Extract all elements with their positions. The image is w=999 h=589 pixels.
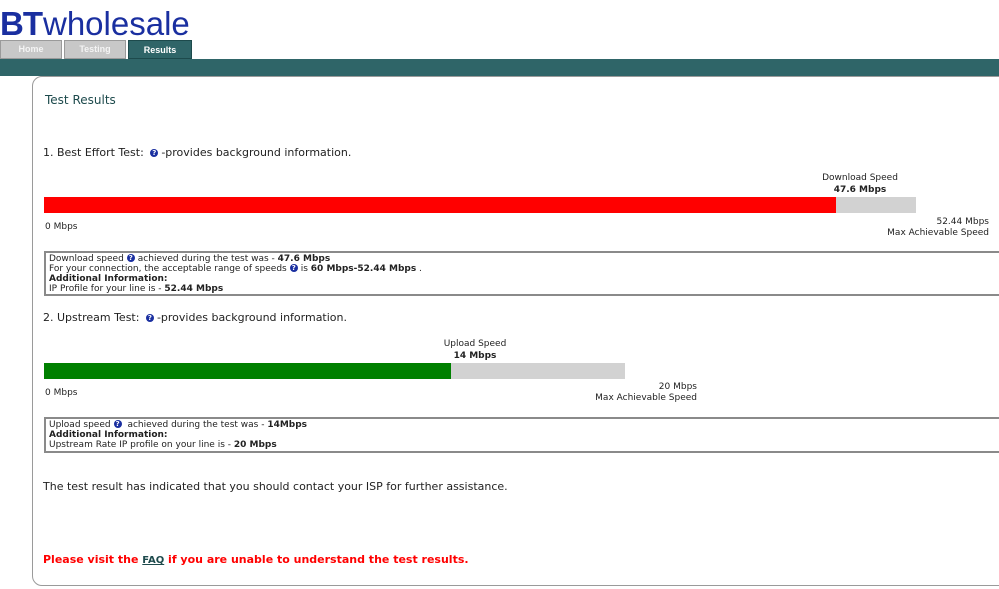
upload-max-value: 20 Mbps [658, 382, 697, 392]
tab-testing[interactable]: Testing [64, 40, 126, 59]
download-speed-bar [44, 197, 916, 213]
faq-note-post: if you are unable to understand the test… [164, 553, 469, 566]
bt-wholesale-logo: BT wholesale [0, 6, 190, 40]
ul-info-l1-mid: achieved during the test was - [124, 420, 268, 430]
download-speed-caption: Download Speed [822, 173, 898, 183]
upstream-suffix: -provides background information. [156, 311, 347, 324]
download-min-label: 0 Mbps [45, 222, 78, 232]
ul-info-l2-val: 20 Mbps [233, 440, 277, 450]
upload-min-label: 0 Mbps [45, 388, 78, 398]
result-message: The test result has indicated that you s… [43, 480, 508, 493]
upload-speed-caption: Upload Speed [443, 339, 507, 349]
dl-info-l2-val: 60 Mbps-52.44 Mbps [310, 264, 417, 274]
download-speed-label: Download Speed 47.6 Mbps [815, 172, 905, 196]
dl-info-l2-mid: is [300, 264, 311, 274]
help-icon[interactable]: ? [145, 314, 154, 322]
upload-speed-label: Upload Speed 14 Mbps [430, 338, 520, 362]
download-max-caption: Max Achievable Speed [887, 228, 989, 238]
upload-speed-bar [44, 363, 625, 379]
faq-link[interactable]: FAQ [142, 555, 164, 566]
ul-info-l2-pre: Upstream Rate IP profile on your line is… [49, 440, 234, 450]
tab-home[interactable]: Home [0, 40, 62, 59]
help-icon[interactable]: ? [289, 264, 298, 272]
nav-tabs: Home Testing Results [0, 40, 192, 59]
logo-bt: BT [0, 5, 43, 42]
dl-info-l1-val: 47.6 Mbps [277, 254, 331, 264]
ul-info-l1-pre: Upload speed [49, 420, 111, 430]
download-max-value: 52.44 Mbps [936, 217, 989, 227]
faq-note: Please visit the FAQ if you are unable t… [43, 553, 469, 566]
download-info-box: Download speed? achieved during the test … [44, 251, 999, 296]
upload-max-label: 20 Mbps Max Achievable Speed [595, 382, 697, 404]
dl-info-l1-pre: Download speed [49, 254, 124, 264]
download-speed-fill [44, 197, 836, 213]
download-max-label: 52.44 Mbps Max Achievable Speed [887, 217, 989, 239]
dl-info-l2-pre: For your connection, the acceptable rang… [49, 264, 287, 274]
faq-note-pre: Please visit the [43, 553, 143, 566]
upload-speed-fill [44, 363, 451, 379]
help-icon[interactable]: ? [113, 420, 122, 428]
help-icon[interactable]: ? [126, 254, 135, 262]
upload-max-caption: Max Achievable Speed [595, 393, 697, 403]
header-strip [0, 59, 999, 76]
upstream-label: 2. Upstream Test: [43, 311, 140, 324]
best-effort-heading: 1. Best Effort Test: ? -provides backgrou… [43, 146, 351, 159]
dl-info-l1-mid: achieved during the test was - [137, 254, 278, 264]
help-icon[interactable]: ? [150, 149, 159, 157]
dl-info-l3-val: 52.44 Mbps [164, 284, 224, 294]
upload-info-box: Upload speed? achieved during the test w… [44, 417, 999, 453]
download-speed-value: 47.6 Mbps [833, 185, 887, 195]
dl-info-l2-end: . [416, 264, 422, 274]
dl-info-additional: Additional Information: [49, 274, 168, 284]
logo-wholesale: wholesale [43, 5, 190, 42]
page-title: Test Results [45, 93, 116, 107]
ul-info-l1-val: 14Mbps [267, 420, 308, 430]
dl-info-l3-pre: IP Profile for your line is - [49, 284, 165, 294]
ul-info-additional: Additional Information: [49, 430, 168, 440]
best-effort-suffix: -provides background information. [161, 146, 352, 159]
tab-results[interactable]: Results [128, 40, 192, 59]
upstream-heading: 2. Upstream Test: ? -provides background … [43, 311, 347, 324]
best-effort-label: 1. Best Effort Test: [43, 146, 144, 159]
upload-speed-value: 14 Mbps [453, 351, 497, 361]
